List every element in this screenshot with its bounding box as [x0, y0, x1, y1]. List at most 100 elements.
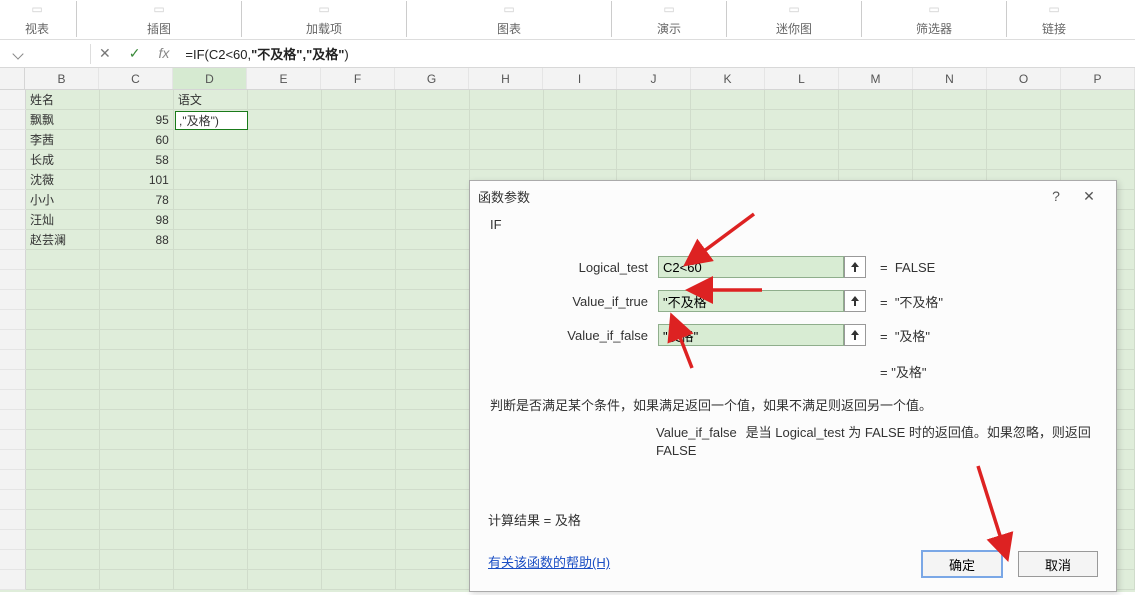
row-header[interactable]	[0, 510, 26, 530]
cell[interactable]	[396, 190, 470, 210]
ribbon-group-演示[interactable]: ▭演示	[614, 0, 724, 37]
row-header[interactable]	[0, 310, 26, 330]
cell[interactable]	[544, 90, 618, 110]
cell[interactable]	[839, 90, 913, 110]
cell[interactable]	[174, 350, 248, 370]
cell[interactable]	[100, 570, 174, 590]
cell[interactable]	[322, 350, 396, 370]
column-header-P[interactable]: P	[1061, 68, 1135, 89]
cell[interactable]	[396, 150, 470, 170]
cell[interactable]	[396, 270, 470, 290]
cell[interactable]	[322, 270, 396, 290]
cell[interactable]	[174, 230, 248, 250]
row-header[interactable]	[0, 390, 26, 410]
cell[interactable]	[174, 570, 248, 590]
cell[interactable]	[26, 350, 100, 370]
row-header[interactable]	[0, 290, 26, 310]
cell[interactable]	[1061, 150, 1135, 170]
cell[interactable]: 沈薇	[26, 170, 100, 190]
row-header[interactable]	[0, 210, 26, 230]
cell[interactable]	[248, 250, 322, 270]
cell[interactable]	[396, 130, 470, 150]
cell[interactable]	[396, 330, 470, 350]
cell[interactable]	[100, 350, 174, 370]
cell[interactable]	[26, 490, 100, 510]
cell[interactable]	[396, 90, 470, 110]
cell[interactable]: 飘飘	[26, 110, 100, 130]
argument-input-Value_if_true[interactable]	[658, 290, 844, 312]
cell[interactable]	[248, 410, 322, 430]
dialog-close-button[interactable]: ✕	[1070, 188, 1108, 205]
cell[interactable]	[396, 310, 470, 330]
row-header[interactable]	[0, 370, 26, 390]
column-header-O[interactable]: O	[987, 68, 1061, 89]
cell[interactable]	[839, 110, 913, 130]
cell[interactable]	[248, 330, 322, 350]
cell[interactable]	[248, 290, 322, 310]
cell[interactable]	[248, 190, 322, 210]
cell[interactable]	[174, 330, 248, 350]
ribbon-group-视表[interactable]: ▭视表	[0, 0, 74, 37]
argument-input-Value_if_false[interactable]	[658, 324, 844, 346]
cell[interactable]: 李茜	[26, 130, 100, 150]
cell[interactable]	[26, 550, 100, 570]
cell[interactable]	[396, 430, 470, 450]
cell[interactable]	[322, 210, 396, 230]
cell[interactable]: 60	[100, 130, 174, 150]
cell[interactable]	[765, 150, 839, 170]
column-header-G[interactable]: G	[395, 68, 469, 89]
row-header[interactable]	[0, 190, 26, 210]
cell[interactable]	[691, 90, 765, 110]
cell[interactable]	[100, 510, 174, 530]
cell[interactable]	[174, 210, 248, 230]
cell[interactable]	[617, 150, 691, 170]
cell[interactable]	[174, 470, 248, 490]
cell[interactable]	[248, 350, 322, 370]
cell[interactable]	[396, 490, 470, 510]
cell[interactable]	[100, 470, 174, 490]
cell[interactable]: 姓名	[26, 90, 100, 110]
cell[interactable]	[248, 170, 322, 190]
cell[interactable]	[765, 90, 839, 110]
collapse-dialog-button[interactable]	[844, 290, 866, 312]
cell[interactable]: 赵芸澜	[26, 230, 100, 250]
cell[interactable]: 汪灿	[26, 210, 100, 230]
cell[interactable]	[322, 490, 396, 510]
cell[interactable]	[248, 210, 322, 230]
cell[interactable]: 95	[100, 110, 174, 130]
cell[interactable]	[248, 450, 322, 470]
cell[interactable]	[26, 310, 100, 330]
cell[interactable]	[322, 450, 396, 470]
column-header-F[interactable]: F	[321, 68, 395, 89]
column-header-M[interactable]: M	[839, 68, 913, 89]
cell[interactable]	[691, 110, 765, 130]
column-header-D[interactable]: D	[173, 68, 247, 89]
cell[interactable]	[100, 250, 174, 270]
cell[interactable]	[26, 450, 100, 470]
cell[interactable]	[26, 250, 100, 270]
cell[interactable]	[26, 330, 100, 350]
cell[interactable]	[100, 490, 174, 510]
cell[interactable]: 101	[100, 170, 174, 190]
cell[interactable]	[100, 330, 174, 350]
cell[interactable]	[174, 190, 248, 210]
cell[interactable]	[1061, 130, 1135, 150]
cell[interactable]	[248, 510, 322, 530]
cell[interactable]	[248, 130, 322, 150]
cell[interactable]	[396, 470, 470, 490]
dialog-help-button[interactable]: ?	[1042, 188, 1070, 204]
cell[interactable]	[248, 530, 322, 550]
cell[interactable]	[987, 150, 1061, 170]
cell[interactable]	[913, 130, 987, 150]
cell[interactable]	[100, 390, 174, 410]
column-header-N[interactable]: N	[913, 68, 987, 89]
ribbon-group-筛选器[interactable]: ▭筛选器	[864, 0, 1004, 37]
active-cell[interactable]: ,"及格")	[175, 111, 248, 130]
cell[interactable]	[544, 150, 618, 170]
cell[interactable]	[174, 450, 248, 470]
cell[interactable]	[913, 90, 987, 110]
cell[interactable]	[470, 150, 544, 170]
cell[interactable]	[174, 170, 248, 190]
cell[interactable]	[396, 530, 470, 550]
row-header[interactable]	[0, 450, 26, 470]
